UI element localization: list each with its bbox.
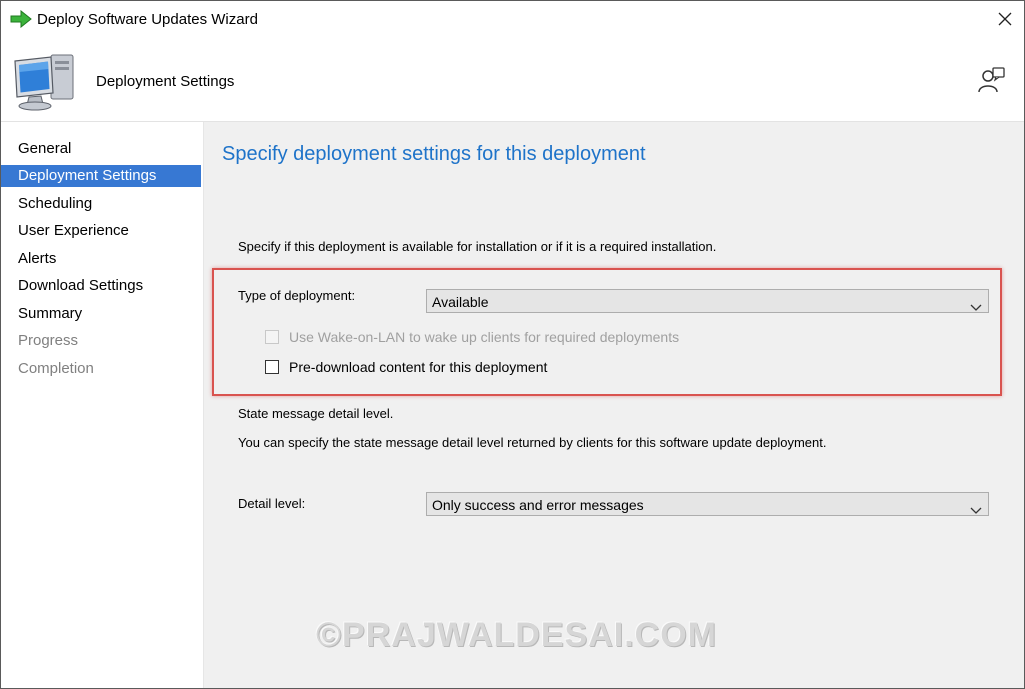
intro-text: Specify if this deployment is available … xyxy=(238,239,717,254)
pre-download-checkbox[interactable] xyxy=(265,360,279,374)
detail-level-value: Only success and error messages xyxy=(432,497,644,513)
type-of-deployment-select[interactable]: Available xyxy=(426,289,989,313)
sidebar-item-scheduling[interactable]: Scheduling xyxy=(1,193,201,215)
watermark: ©PRAJWALDESAI.COM xyxy=(316,616,717,654)
wizard-window: Deploy Software Updates Wizard Deploymen… xyxy=(0,0,1025,689)
detail-level-select[interactable]: Only success and error messages xyxy=(426,492,989,516)
green-arrow-icon xyxy=(10,9,32,29)
wizard-header: Deployment Settings xyxy=(1,37,1024,122)
type-of-deployment-label: Type of deployment: xyxy=(238,288,356,303)
wake-on-lan-checkbox xyxy=(265,330,279,344)
computer-monitor-icon xyxy=(11,49,79,113)
section-heading: Specify deployment settings for this dep… xyxy=(222,143,646,165)
sidebar-item-download-settings[interactable]: Download Settings xyxy=(1,275,201,297)
title-bar: Deploy Software Updates Wizard xyxy=(1,1,1024,37)
chevron-down-icon xyxy=(970,296,982,320)
wake-on-lan-label: Use Wake-on-LAN to wake up clients for r… xyxy=(289,329,680,345)
sidebar-item-summary[interactable]: Summary xyxy=(1,303,201,325)
type-of-deployment-value: Available xyxy=(432,294,489,310)
main-panel: Specify deployment settings for this dep… xyxy=(204,122,1024,688)
pre-download-label[interactable]: Pre-download content for this deployment xyxy=(289,359,547,375)
sidebar-item-user-experience[interactable]: User Experience xyxy=(1,220,201,242)
chevron-down-icon xyxy=(970,499,982,523)
window-title: Deploy Software Updates Wizard xyxy=(37,11,258,28)
sidebar-item-progress: Progress xyxy=(18,332,79,349)
sidebar-item-deployment-settings[interactable]: Deployment Settings xyxy=(1,165,201,187)
sidebar-item-alerts[interactable]: Alerts xyxy=(1,248,201,270)
detail-level-label: Detail level: xyxy=(238,496,306,511)
state-message-description: You can specify the state message detail… xyxy=(238,435,827,450)
close-button[interactable] xyxy=(990,5,1020,33)
sidebar-item-completion: Completion xyxy=(18,360,94,377)
close-icon xyxy=(998,12,1012,26)
sidebar-item-general[interactable]: General xyxy=(1,138,201,160)
wizard-sidebar: General Deployment Settings Scheduling U… xyxy=(1,122,204,688)
user-help-icon[interactable] xyxy=(977,65,1007,95)
state-message-heading: State message detail level. xyxy=(238,406,394,421)
page-title: Deployment Settings xyxy=(96,73,235,90)
